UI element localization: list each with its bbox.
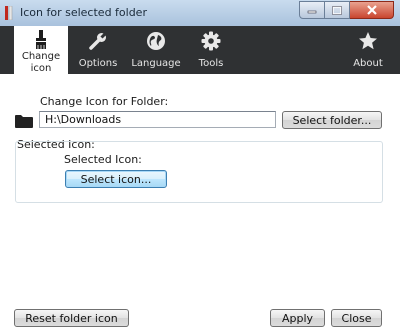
- maximize-button[interactable]: [325, 1, 350, 19]
- wrench-icon: [89, 31, 108, 50]
- close-icon: [366, 5, 377, 15]
- tab-change-icon-label-line2: icon: [30, 63, 52, 74]
- window-title: Icon for selected folder: [20, 6, 147, 19]
- minimize-icon: [307, 10, 317, 14]
- close-window-button[interactable]: [350, 1, 394, 19]
- globe-icon: [147, 32, 165, 50]
- tab-change-icon[interactable]: Change icon: [14, 26, 68, 74]
- tab-about-label: About: [353, 58, 383, 69]
- close-button[interactable]: Close: [331, 309, 382, 327]
- apply-button[interactable]: Apply: [270, 309, 325, 327]
- minimize-button[interactable]: [299, 1, 325, 19]
- tab-tools-label: Tools: [198, 58, 224, 69]
- app-icon: [5, 6, 13, 20]
- select-folder-button[interactable]: Select folder...: [282, 111, 382, 129]
- change-icon-label: Change Icon for Folder:: [40, 95, 169, 108]
- maximize-icon: [332, 5, 342, 15]
- tab-change-icon-label-line1: Change: [21, 51, 61, 62]
- tab-tools[interactable]: Tools: [190, 26, 232, 74]
- ribbon-toolbar: Change icon Options Language Tools About: [0, 26, 400, 74]
- tab-about[interactable]: About: [348, 26, 388, 74]
- app-window: Icon for selected folder Change icon Opt…: [0, 0, 400, 330]
- tab-language-label: Language: [131, 58, 181, 69]
- brush-icon: [36, 30, 46, 49]
- gear-icon: [201, 31, 221, 51]
- selected-icon-label: Selected Icon:: [64, 153, 142, 166]
- folder-path-input[interactable]: [39, 111, 276, 128]
- window-controls: [299, 1, 394, 20]
- star-icon: [359, 32, 377, 50]
- select-icon-button[interactable]: Select icon...: [65, 170, 167, 188]
- title-bar: Icon for selected folder: [0, 0, 400, 27]
- tab-options[interactable]: Options: [74, 26, 122, 74]
- tab-language[interactable]: Language: [128, 26, 184, 74]
- folder-icon: [15, 115, 33, 128]
- tab-options-label: Options: [78, 58, 118, 69]
- reset-folder-icon-button[interactable]: Reset folder icon: [14, 309, 129, 327]
